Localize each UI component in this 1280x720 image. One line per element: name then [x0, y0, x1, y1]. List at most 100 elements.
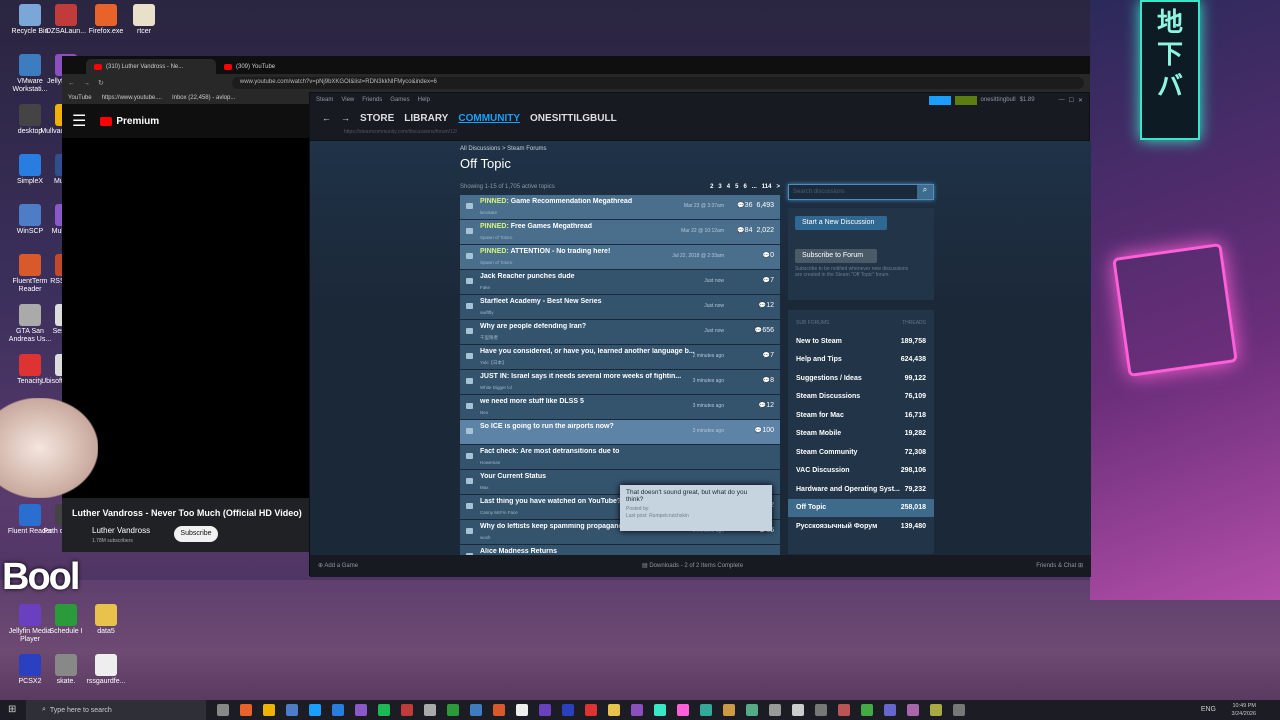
taskbar-app-icon[interactable] [447, 704, 459, 716]
taskbar-app-icon[interactable] [286, 704, 298, 716]
notifications-button[interactable] [954, 95, 977, 105]
taskbar-app-icon[interactable] [654, 704, 666, 716]
menu-steam[interactable]: Steam [316, 97, 333, 103]
taskbar-app-icon[interactable] [769, 704, 781, 716]
channel-name[interactable]: Luther Vandross [92, 526, 150, 535]
account-name[interactable]: onesittingbull [981, 97, 1016, 103]
taskbar-app-icon[interactable] [792, 704, 804, 716]
language-indicator[interactable]: ENG [1201, 706, 1216, 713]
nav-store[interactable]: STORE [360, 113, 394, 124]
taskbar-app-icon[interactable] [240, 704, 252, 716]
subscribe-button[interactable]: Subscribe [174, 526, 218, 542]
taskbar-app-icon[interactable] [378, 704, 390, 716]
taskbar-app-icon[interactable] [907, 704, 919, 716]
downloads-status[interactable]: ▤ Downloads - 2 of 2 Items Complete [642, 562, 743, 569]
taskbar-app-icon[interactable] [838, 704, 850, 716]
taskbar-app-icon[interactable] [493, 704, 505, 716]
nav-library[interactable]: LIBRARY [404, 113, 448, 124]
taskbar-search[interactable]: ⌕ Type here to search [26, 700, 206, 720]
taskbar-app-icon[interactable] [355, 704, 367, 716]
subforum-item[interactable]: Steam Community 72,308 [788, 443, 934, 462]
subforum-item[interactable]: Steam for Mac 16,718 [788, 406, 934, 425]
taskbar-app-icon[interactable] [608, 704, 620, 716]
topic-row[interactable]: Alice Madness Returns [460, 545, 780, 555]
windows-start-icon[interactable]: ⊞ [8, 704, 16, 715]
subscribe-forum-button[interactable]: Subscribe to Forum [795, 249, 877, 263]
nav-user[interactable]: ONESITTILGBULL [530, 113, 617, 124]
subforum-item[interactable]: VAC Discussion 298,106 [788, 462, 934, 481]
subforum-item[interactable]: Help and Tips 624,438 [788, 351, 934, 370]
back-icon[interactable]: ← [322, 113, 331, 123]
forward-icon[interactable]: → [341, 113, 350, 123]
taskbar-app-icon[interactable] [723, 704, 735, 716]
friends-chat-button[interactable]: Friends & Chat ⊞ [1036, 562, 1083, 569]
taskbar-app-icon[interactable] [585, 704, 597, 716]
menu-friends[interactable]: Friends [362, 97, 382, 103]
page-link[interactable]: 6 [743, 184, 746, 190]
youtube-logo[interactable]: Premium [100, 116, 159, 127]
topic-row[interactable]: JUST IN: Israel says it needs several mo… [460, 370, 780, 394]
subforum-item[interactable]: Hardware and Operating Syst... 79,232 [788, 480, 934, 499]
page-link[interactable]: > [776, 184, 780, 190]
taskbar-app-icon[interactable] [677, 704, 689, 716]
reload-icon[interactable]: ↻ [98, 79, 104, 87]
taskbar-app-icon[interactable] [263, 704, 275, 716]
topic-row[interactable]: So ICE is going to run the airports now?… [460, 420, 780, 444]
page-link[interactable]: 4 [727, 184, 730, 190]
topic-row[interactable]: Starfleet Academy - Best New Series swift… [460, 295, 780, 319]
menu-help[interactable]: Help [418, 97, 430, 103]
bookmark-inbox[interactable]: Inbox (22,458) - avlop... [172, 95, 235, 101]
topic-row[interactable]: PINNED: Game Recommendation Megathread la… [460, 195, 780, 219]
topic-row[interactable]: PINNED: ATTENTION - No trading here! Spaw… [460, 245, 780, 269]
taskbar-app-icon[interactable] [516, 704, 528, 716]
subforum-item[interactable]: Off Topic 258,018 [788, 498, 934, 517]
taskbar-app-icon[interactable] [815, 704, 827, 716]
topic-row[interactable]: Jack Reacher punches dude Fake Just now 💬7 [460, 270, 780, 294]
start-discussion-button[interactable]: Start a New Discussion [795, 216, 887, 230]
taskbar-app-icon[interactable] [217, 704, 229, 716]
announcements-button[interactable] [928, 95, 951, 105]
forward-icon[interactable]: → [83, 80, 90, 87]
taskbar-app-icon[interactable] [332, 704, 344, 716]
taskbar-app-icon[interactable] [401, 704, 413, 716]
url-input[interactable]: www.youtube.com/watch?v=pNj9bXKGOI&list=… [231, 77, 1084, 89]
taskbar-app-icon[interactable] [746, 704, 758, 716]
taskbar-app-icon[interactable] [562, 704, 574, 716]
subforum-item[interactable]: New to Steam 189,758 [788, 332, 934, 351]
subforum-item[interactable]: Русскоязычный Форум 139,480 [788, 517, 934, 536]
subforum-item[interactable]: Steam Mobile 19,282 [788, 425, 934, 444]
taskbar-app-icon[interactable] [884, 704, 896, 716]
topic-row[interactable]: PINNED: Free Games Megathread Spawn of To… [460, 220, 780, 244]
close-icon[interactable]: ✕ [1078, 97, 1083, 104]
taskbar-app-icon[interactable] [861, 704, 873, 716]
clock[interactable]: 10:49 PM 3/24/2026 [1232, 702, 1256, 718]
page-link[interactable]: 5 [735, 184, 738, 190]
tab-youtube[interactable]: (309) YouTube [216, 59, 346, 74]
taskbar-app-icon[interactable] [309, 704, 321, 716]
menu-games[interactable]: Games [390, 97, 409, 103]
nav-community[interactable]: COMMUNITY [458, 113, 520, 124]
breadcrumb[interactable]: All Discussions > Steam Forums [460, 146, 547, 152]
taskbar-app-icon[interactable] [539, 704, 551, 716]
topic-row[interactable]: Fact check: Are most detransitions due t… [460, 445, 780, 469]
back-icon[interactable]: ← [68, 80, 75, 87]
taskbar-app-icon[interactable] [470, 704, 482, 716]
taskbar-app-icon[interactable] [930, 704, 942, 716]
bookmark-youtube-url[interactable]: https://www.youtube.... [102, 95, 162, 101]
topic-row[interactable]: we need more stuff like DLSS 5 Neo 3 minut… [460, 395, 780, 419]
subforum-item[interactable]: Steam Discussions 76,109 [788, 388, 934, 407]
taskbar-app-icon[interactable] [953, 704, 965, 716]
taskbar-app-icon[interactable] [700, 704, 712, 716]
desktop-icon[interactable]: data5 [80, 604, 132, 636]
tab-luther[interactable]: (310) Luther Vandross - Ne... [86, 59, 216, 74]
page-link[interactable]: ... [752, 184, 757, 190]
bookmark-youtube[interactable]: YouTube [68, 95, 92, 101]
desktop-icon[interactable]: rssgaurdfe... [80, 654, 132, 686]
page-link[interactable]: 2 [710, 184, 713, 190]
video-player[interactable] [62, 138, 310, 498]
add-game-button[interactable]: ⊕ Add a Game [318, 562, 358, 569]
topic-row[interactable]: Why are people defending Iran? 千里眼者 Just n… [460, 320, 780, 344]
search-input[interactable]: Search discussions ⌕ [788, 184, 934, 200]
subforum-item[interactable]: Suggestions / Ideas 99,122 [788, 369, 934, 388]
page-link[interactable]: 114 [762, 184, 772, 190]
